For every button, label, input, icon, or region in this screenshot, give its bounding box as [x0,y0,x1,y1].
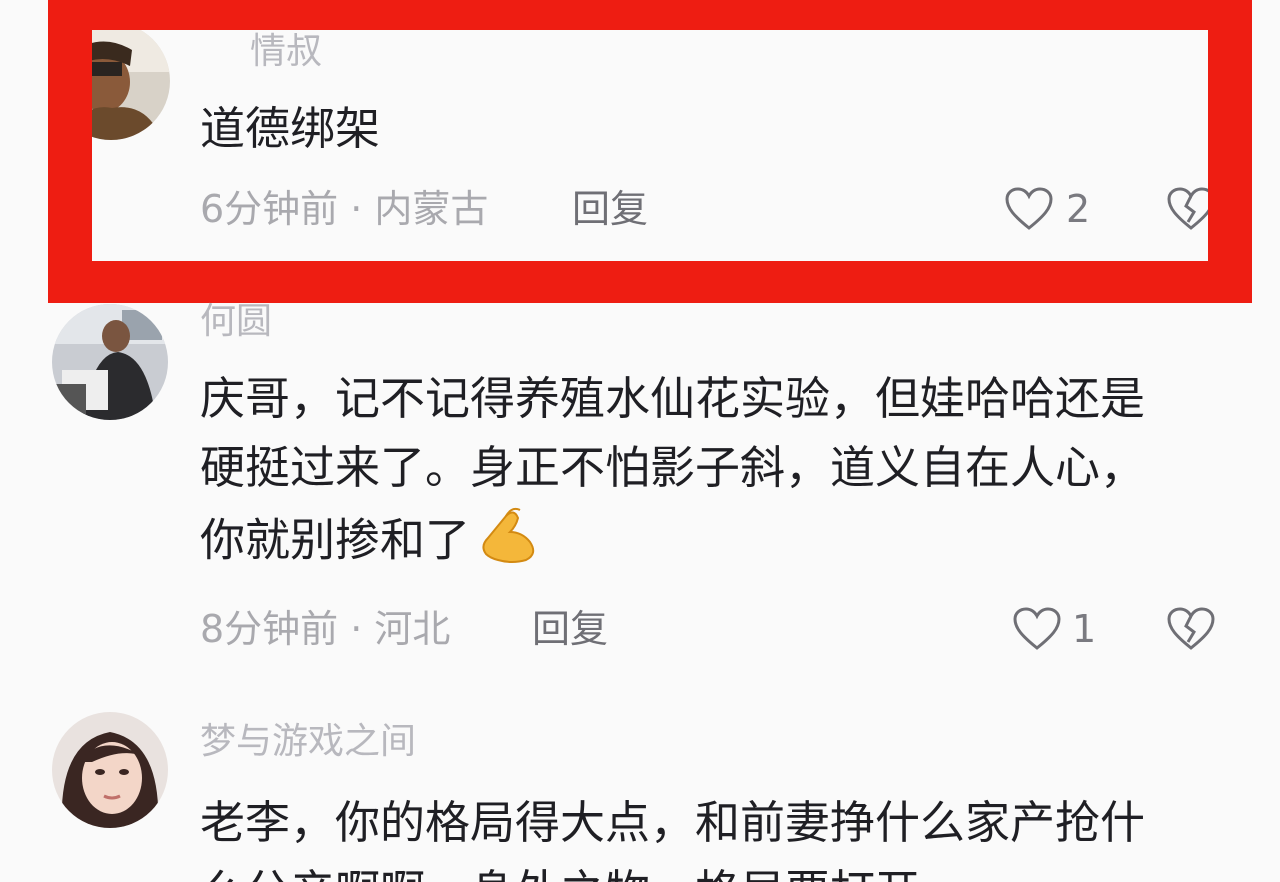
comment-line-text: 你就别掺和了 [200,513,471,567]
time-location: 6分钟前 · 内蒙古 [200,187,489,231]
broken-heart-icon[interactable] [1166,186,1216,236]
comment-line: 道德绑架 [200,102,381,155]
like-count: 1 [1072,607,1097,651]
comment-text: 道德绑架 [200,94,380,163]
username[interactable]: 梦与游戏之间 [200,724,416,760]
time-location: 8分钟前 · 河北 [200,607,451,651]
username[interactable]: 情叔 [250,34,322,70]
comment-item: 梦与游戏之间 老李，你的格局得大点，和前妻挣什么家产抢什 么分产啊啊，身外之物，… [0,712,1280,882]
broken-heart-icon[interactable] [1166,606,1216,656]
username[interactable]: 何圆 [200,304,272,340]
avatar[interactable] [52,22,170,140]
comment-line: 么分产啊啊，身外之物，格局要打开 [200,857,1145,882]
heart-outline-icon[interactable] [1012,606,1062,656]
avatar[interactable] [52,712,168,828]
comment-text: 庆哥，记不记得养殖水仙花实验，但娃哈哈还是 硬挺过来了。身正不怕影子斜，道义自在… [200,364,1145,585]
comment-line: 你就别掺和了 [200,502,1145,585]
comment-item: 情叔 道德绑架 6分钟前 · 内蒙古 回复 2 [0,0,1280,300]
reply-button[interactable]: 回复 [572,190,648,228]
comment-text: 老李，你的格局得大点，和前妻挣什么家产抢什 么分产啊啊，身外之物，格局要打开 [200,788,1145,882]
ok-hand-emoji-icon [476,502,540,585]
reply-button[interactable]: 回复 [532,610,608,648]
comment-line: 硬挺过来了。身正不怕影子斜，道义自在人心， [200,441,1146,494]
comment-line: 庆哥，记不记得养殖水仙花实验，但娃哈哈还是 [200,372,1146,425]
heart-outline-icon[interactable] [1004,186,1054,236]
comment-list: 情叔 道德绑架 6分钟前 · 内蒙古 回复 2 何圆 庆哥，记不记得养殖水仙花实… [0,0,1280,882]
comment-item: 何圆 庆哥，记不记得养殖水仙花实验，但娃哈哈还是 硬挺过来了。身正不怕影子斜，道… [0,300,1280,690]
like-count: 2 [1066,187,1091,231]
avatar[interactable] [52,304,168,420]
comment-line: 老李，你的格局得大点，和前妻挣什么家产抢什 [200,796,1146,849]
